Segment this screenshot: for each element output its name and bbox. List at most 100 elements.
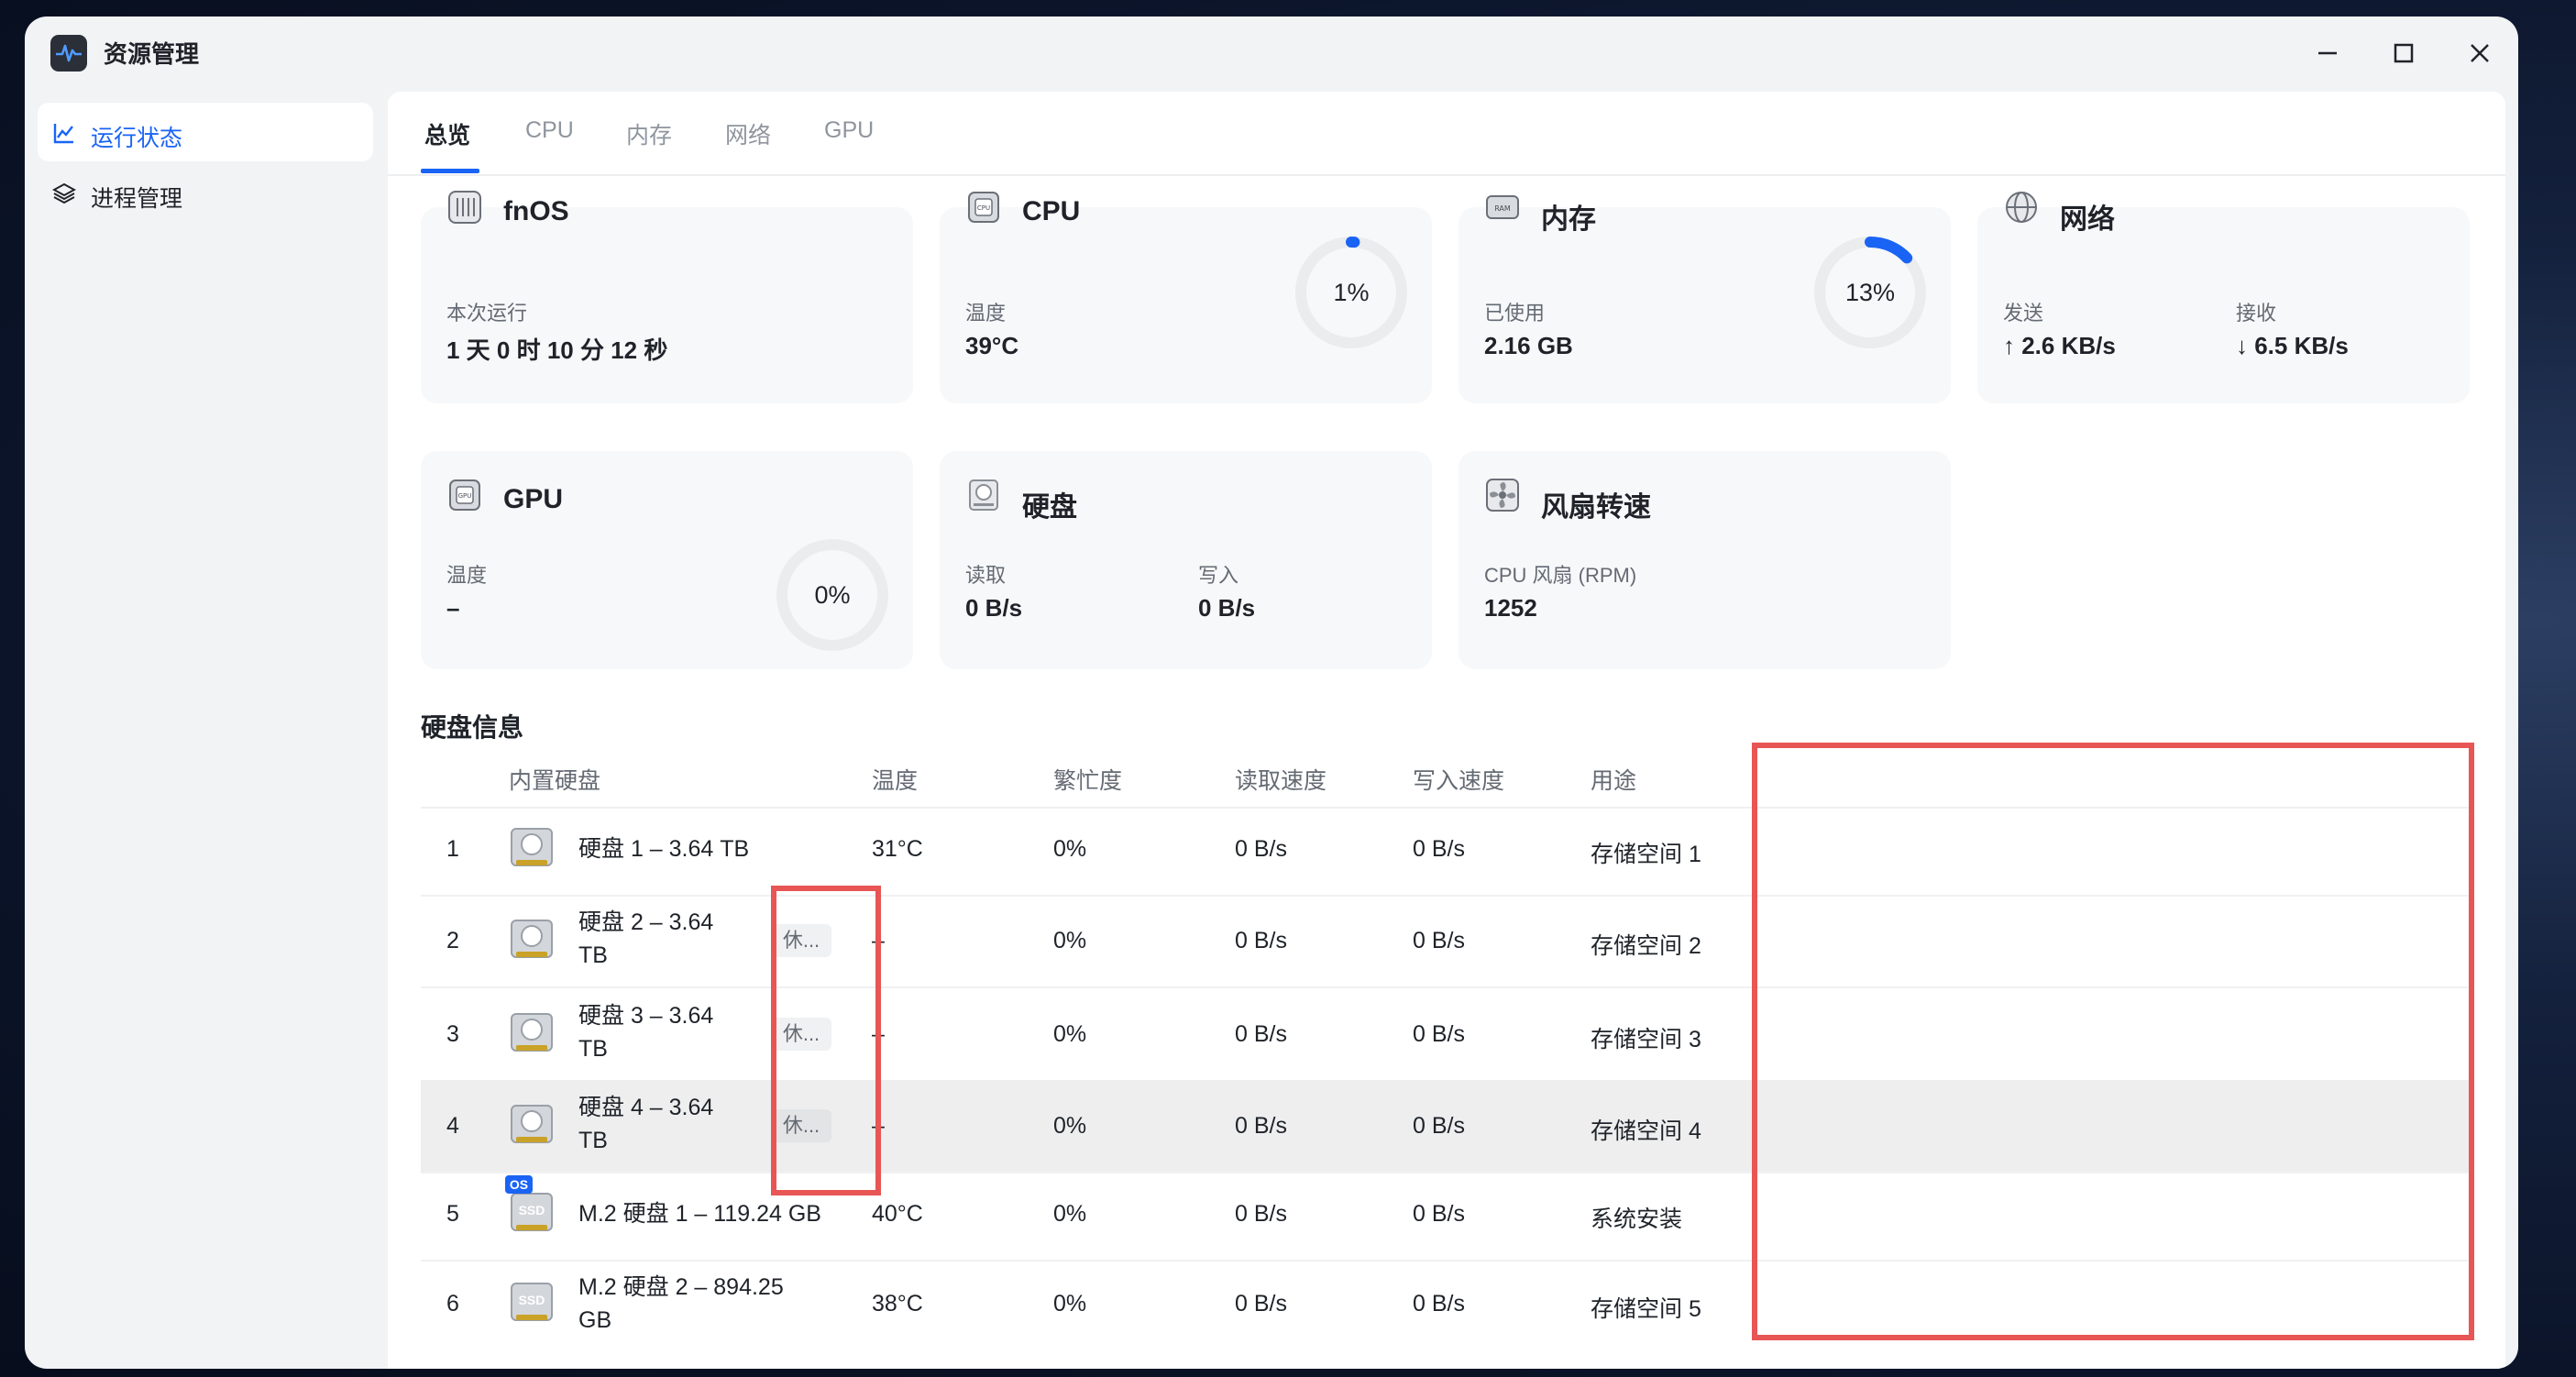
column-header: 用途 <box>1591 768 1637 794</box>
card-title: 内存 <box>1541 204 1596 235</box>
os-badge: OS <box>505 1175 533 1194</box>
fan-icon <box>1486 479 1519 512</box>
tab-bar: 总览 CPU 内存 网络 GPU <box>388 92 2505 176</box>
close-button[interactable] <box>2460 33 2500 73</box>
disk-write-speed: 0 B/s <box>1413 836 1465 862</box>
annotation-box-empty-columns <box>1752 743 2474 1340</box>
sidebar-item-process[interactable]: 进程管理 <box>38 163 373 222</box>
disk-write-value: 0 B/s <box>1198 594 1256 622</box>
disk-name-line2: GB <box>578 1307 612 1333</box>
card-title: 网络 <box>2060 204 2115 235</box>
disk-read-speed: 0 B/s <box>1235 836 1287 862</box>
memory-card: RAM 内存 已使用 2.16 GB 13% <box>1459 195 1951 403</box>
card-title: fnOS <box>503 196 569 226</box>
minimize-button[interactable] <box>2307 33 2348 73</box>
card-title: 硬盘 <box>1022 492 1077 523</box>
memory-used-label: 已使用 <box>1484 302 1546 325</box>
svg-text:CPU: CPU <box>977 204 990 212</box>
system-chip-icon <box>448 191 481 224</box>
sidebar-item-label: 运行状态 <box>91 126 183 151</box>
tab-gpu[interactable]: GPU <box>824 117 874 144</box>
disk-name: 硬盘 1 – 3.64 TB <box>578 836 750 862</box>
disk-usage: 系统安装 <box>1591 1206 1683 1232</box>
maximize-icon <box>2394 43 2414 63</box>
minimize-icon <box>2318 51 2337 55</box>
card-title: 风扇转速 <box>1541 492 1651 523</box>
hdd-icon <box>511 1105 553 1143</box>
disk-write-speed: 0 B/s <box>1413 1113 1465 1139</box>
disk-name: 硬盘 3 – 3.64 <box>578 1003 714 1029</box>
disk-info-title: 硬盘信息 <box>421 713 524 742</box>
disk-name: 硬盘 2 – 3.64 <box>578 909 714 935</box>
disk-read-speed: 0 B/s <box>1235 928 1287 953</box>
tab-overview[interactable]: 总览 <box>424 117 470 150</box>
chart-line-icon <box>53 124 73 144</box>
disk-busy: 0% <box>1053 1201 1087 1227</box>
gpu-temp-label: 温度 <box>446 564 488 587</box>
row-index: 2 <box>446 928 459 953</box>
disk-read-label: 读取 <box>965 564 1007 587</box>
annotation-box-sleep-badges <box>771 886 881 1195</box>
disk-read-value: 0 B/s <box>965 594 1023 622</box>
svg-text:GPU: GPU <box>458 492 472 500</box>
disk-busy: 0% <box>1053 1291 1087 1316</box>
disk-usage: 存储空间 2 <box>1591 933 1701 959</box>
ssd-label: SSD <box>518 1293 545 1307</box>
svg-text:RAM: RAM <box>1494 204 1511 213</box>
column-header: 读取速度 <box>1235 768 1327 794</box>
layers-icon <box>52 182 76 204</box>
network-card: 网络 发送 ↑ 2.6 KB/s 接收 ↓ 6.5 KB/s <box>1977 192 2470 403</box>
disk-read-speed: 0 B/s <box>1235 1291 1287 1316</box>
maximize-button[interactable] <box>2383 33 2424 73</box>
tab-cpu[interactable]: CPU <box>525 117 574 144</box>
tab-active-indicator <box>421 169 479 173</box>
app-logo-icon <box>50 35 87 72</box>
disk-temp: 40°C <box>872 1201 923 1227</box>
disk-usage: 存储空间 4 <box>1591 1118 1701 1144</box>
disk-usage: 存储空间 1 <box>1591 842 1701 867</box>
disk-busy: 0% <box>1053 1113 1087 1139</box>
row-index: 1 <box>446 836 459 862</box>
disk-temp: 38°C <box>872 1291 923 1316</box>
memory-usage-value: 13% <box>1844 279 1896 306</box>
receive-label: 接收 <box>2236 302 2277 325</box>
disk-name: M.2 硬盘 2 – 894.25 <box>578 1274 784 1300</box>
column-header: 温度 <box>872 768 919 794</box>
disk-name-line2: TB <box>578 1036 608 1062</box>
disk-read-speed: 0 B/s <box>1235 1201 1287 1227</box>
row-index: 4 <box>446 1113 459 1139</box>
fan-value: 1252 <box>1484 594 1537 622</box>
disk-read-speed: 0 B/s <box>1235 1021 1287 1047</box>
disk-name: M.2 硬盘 1 – 119.24 GB <box>578 1201 821 1227</box>
disk-name-line2: TB <box>578 1128 608 1153</box>
app-window: 资源管理 运行状态 进程管理 总览 CPU 内存 网络 GPU fnOS 本次运… <box>25 17 2518 1369</box>
row-index: 5 <box>446 1201 459 1227</box>
cpu-temp-label: 温度 <box>965 302 1007 325</box>
tab-memory[interactable]: 内存 <box>626 117 672 150</box>
window-title: 资源管理 <box>104 40 200 68</box>
cpu-usage-value: 1% <box>1333 279 1370 306</box>
gpu-temp-value: – <box>446 594 460 622</box>
column-header: 内置硬盘 <box>509 768 601 794</box>
column-header: 写入速度 <box>1413 768 1505 794</box>
send-label: 发送 <box>2003 302 2044 325</box>
sidebar-item-status[interactable]: 运行状态 <box>38 103 373 161</box>
send-value: ↑ 2.6 KB/s <box>2003 332 2116 359</box>
hdd-icon <box>511 920 553 958</box>
row-index: 3 <box>446 1021 459 1047</box>
receive-value: ↓ 6.5 KB/s <box>2236 332 2349 359</box>
disk-write-speed: 0 B/s <box>1413 928 1465 953</box>
row-index: 6 <box>446 1291 459 1316</box>
main-panel: 总览 CPU 内存 网络 GPU fnOS 本次运行 1 天 0 时 10 分 … <box>388 92 2505 1369</box>
disk-busy: 0% <box>1053 928 1087 953</box>
disk-write-speed: 0 B/s <box>1413 1021 1465 1047</box>
fan-label: CPU 风扇 (RPM) <box>1484 564 1637 587</box>
disk-busy: 0% <box>1053 1021 1087 1047</box>
tab-network[interactable]: 网络 <box>725 117 771 150</box>
gpu-chip-icon: GPU <box>449 479 480 511</box>
disk-read-speed: 0 B/s <box>1235 1113 1287 1139</box>
disk-write-speed: 0 B/s <box>1413 1291 1465 1316</box>
disk-usage: 存储空间 3 <box>1591 1027 1701 1052</box>
memory-used-value: 2.16 GB <box>1484 332 1573 359</box>
uptime-value: 1 天 0 时 10 分 12 秒 <box>446 336 668 364</box>
